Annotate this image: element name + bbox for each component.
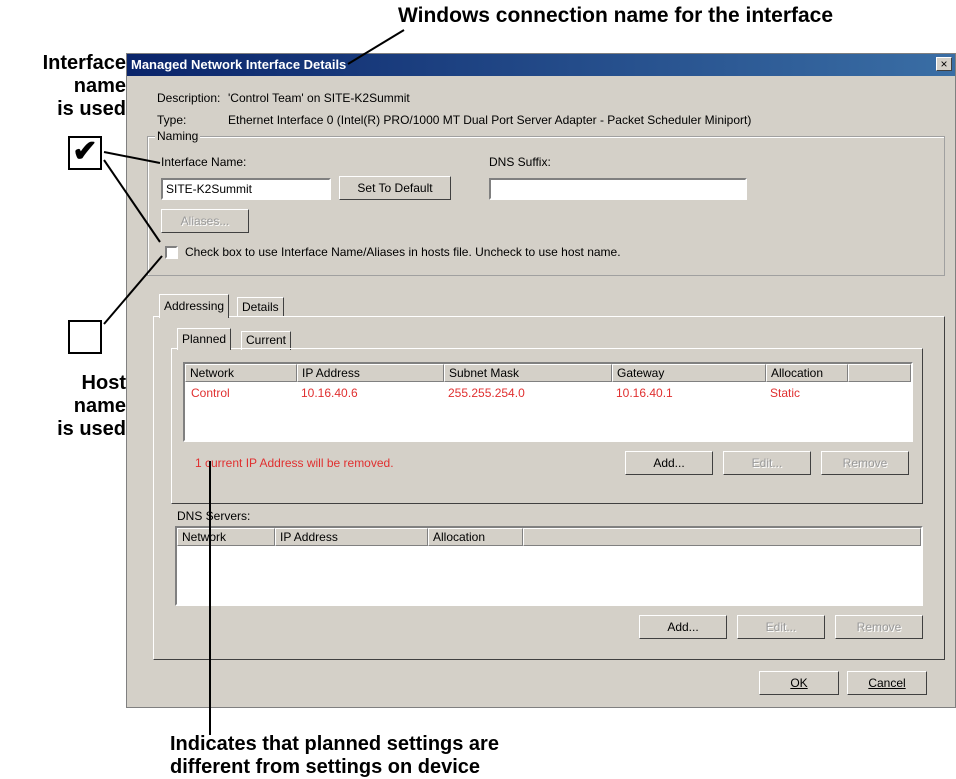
tab-addressing[interactable]: Addressing [159,294,230,318]
callout-interface-name-used: Interface name is used [12,52,126,121]
column-header-network[interactable]: Network [177,528,275,546]
dns-suffix-input[interactable] [489,178,747,200]
column-header-subnet-mask[interactable]: Subnet Mask [444,364,612,382]
callout-line: name [73,395,126,417]
column-header-filler [848,364,911,382]
ip-remove-button[interactable]: Remove [821,451,909,475]
ip-removal-warning: 1 current IP Address will be removed. [195,456,394,470]
dns-servers-label: DNS Servers: [177,509,251,523]
callout-line: Interface [42,52,126,74]
close-button[interactable]: × [936,57,952,71]
column-header-ip-address[interactable]: IP Address [275,528,428,546]
ok-button[interactable]: OK [759,671,839,695]
aliases-button[interactable]: Aliases... [161,209,249,233]
callout-line: Indicates that planned settings are [170,733,499,755]
dns-suffix-label: DNS Suffix: [489,155,551,169]
dns-edit-button[interactable]: Edit... [737,615,825,639]
callout-line: name [73,75,126,97]
cell-ip-address: 10.16.40.6 [301,386,358,400]
managed-network-interface-dialog: Managed Network Interface Details × Desc… [126,53,956,708]
ip-address-list[interactable]: Network IP Address Subnet Mask Gateway A… [183,362,913,442]
dns-add-button[interactable]: Add... [639,615,727,639]
tab-details[interactable]: Details [237,297,284,317]
callout-line: Host [81,372,126,394]
type-value: Ethernet Interface 0 (Intel(R) PRO/1000 … [228,113,752,127]
cell-allocation: Static [770,386,801,400]
checked-box-illustration: ✔ [68,136,102,170]
subtab-planned[interactable]: Planned [177,328,232,350]
description-value: 'Control Team' on SITE-K2Summit [228,91,410,105]
set-to-default-button[interactable]: Set To Default [339,176,451,200]
callout-planned-differs: Indicates that planned settings are diff… [170,733,499,779]
column-header-ip-address[interactable]: IP Address [297,364,444,382]
column-header-network[interactable]: Network [185,364,297,382]
callout-line: is used [57,418,126,440]
column-header-allocation[interactable]: Allocation [428,528,523,546]
cell-network: Control [191,386,230,400]
callout-host-name-used: Host name is used [12,372,126,441]
interface-name-input[interactable]: SITE-K2Summit [161,178,331,200]
ip-add-button[interactable]: Add... [625,451,713,475]
callout-connection-name: Windows connection name for the interfac… [398,4,834,27]
hosts-file-checkbox[interactable] [165,246,178,259]
dns-servers-list[interactable]: Network IP Address Allocation [175,526,923,606]
callout-line: is used [57,98,126,120]
hosts-file-checkbox-label: Check box to use Interface Name/Aliases … [185,245,621,259]
dns-remove-button[interactable]: Remove [835,615,923,639]
column-header-allocation[interactable]: Allocation [766,364,848,382]
ip-edit-button[interactable]: Edit... [723,451,811,475]
column-header-gateway[interactable]: Gateway [612,364,766,382]
interface-name-label: Interface Name: [161,155,247,169]
naming-group-label: Naming [155,129,201,143]
dialog-title: Managed Network Interface Details [131,57,347,72]
unchecked-box-illustration [68,320,102,354]
title-bar[interactable]: Managed Network Interface Details × [127,54,955,76]
cell-subnet-mask: 255.255.254.0 [448,386,525,400]
cell-gateway: 10.16.40.1 [616,386,673,400]
column-header-filler [523,528,921,546]
callout-line: different from settings on device [170,756,481,778]
type-label: Type: [157,113,187,127]
description-label: Description: [157,91,221,105]
cancel-button[interactable]: Cancel [847,671,927,695]
